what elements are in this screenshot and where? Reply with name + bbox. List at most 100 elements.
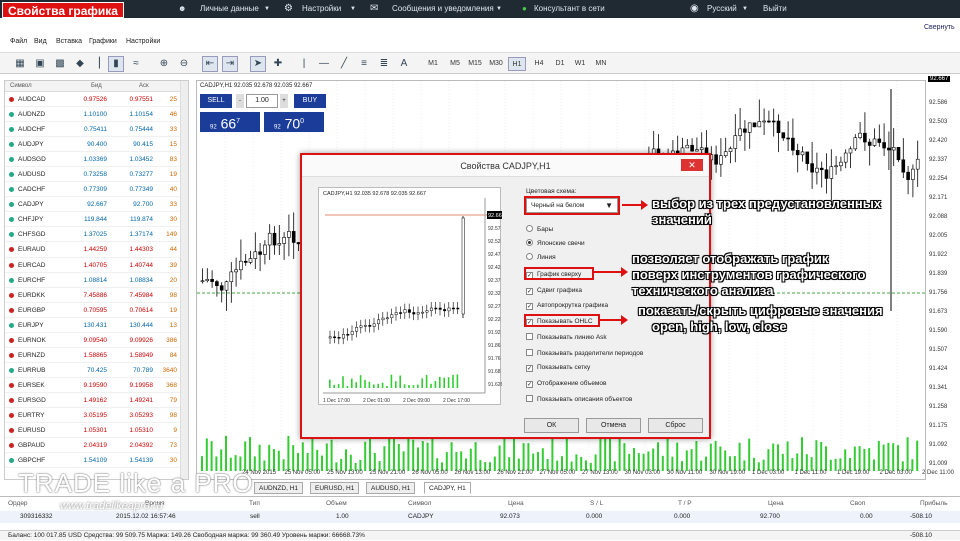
tf-m5[interactable]: M5 (446, 57, 464, 71)
trendline-icon[interactable]: ╱ (336, 56, 352, 72)
tf-d1[interactable]: D1 (551, 57, 569, 71)
vertical-line-icon[interactable]: | (296, 56, 312, 72)
tab-audusd[interactable]: AUDUSD, H1 (366, 482, 416, 494)
channel-icon[interactable]: ≡ (356, 56, 372, 72)
radio-1[interactable]: Японские свечи (526, 239, 585, 247)
market-row[interactable]: GBPCHF 1.54109 1.54139 30 (5, 453, 188, 469)
checkbox-6[interactable]: ✓ Показывать сетку (526, 364, 590, 372)
menu-insert[interactable]: Вставка (56, 38, 82, 45)
checkbox[interactable]: ✓ (526, 303, 533, 310)
personal-data-menu[interactable]: Личные данные (200, 0, 259, 18)
market-row[interactable]: AUDNZD 1.10100 1.10154 46 (5, 107, 188, 123)
messages-menu[interactable]: Сообщения и уведомления (392, 0, 494, 18)
market-row[interactable]: EURRUB 70.425 70.789 3640 (5, 363, 188, 378)
market-scrollbar[interactable] (180, 81, 188, 479)
market-watch-icon[interactable]: ▩ (52, 56, 68, 72)
line-chart-icon[interactable]: ≈ (128, 56, 144, 72)
radio-0[interactable]: Бары (526, 225, 553, 233)
market-row[interactable]: EURGBP 0.70595 0.70614 19 (5, 303, 188, 318)
user-icon[interactable]: ☻ (178, 0, 186, 18)
market-row[interactable]: AUDCAD 0.97526 0.97551 25 (5, 92, 188, 108)
cursor-icon[interactable]: ➤ (250, 56, 266, 72)
market-row[interactable]: EURTRY 3.05195 3.05293 98 (5, 408, 188, 424)
checkbox[interactable]: ✓ (526, 287, 533, 295)
tf-w1[interactable]: W1 (571, 57, 589, 71)
chart-shift-icon[interactable]: ⇥ (222, 56, 238, 72)
market-row[interactable]: CHFJPY 119.844 119.874 30 (5, 212, 188, 228)
menu-settings[interactable]: Настройки (126, 38, 160, 45)
tf-h4[interactable]: H4 (530, 57, 548, 71)
auto-scroll-icon[interactable]: ⇤ (202, 56, 218, 72)
auto-trade-icon[interactable]: ◆ (72, 56, 88, 72)
radio-button[interactable] (526, 253, 533, 260)
horizontal-line-icon[interactable]: — (316, 56, 332, 72)
buy-price[interactable]: 92 700 (264, 112, 324, 132)
fibonacci-icon[interactable]: ≣ (376, 56, 392, 72)
tf-m1[interactable]: M1 (424, 57, 442, 71)
ok-button[interactable]: ОК (524, 418, 579, 433)
checkbox-1[interactable]: ✓ Сдвиг графика (526, 287, 582, 295)
radio-2[interactable]: Линия (526, 253, 556, 261)
checkbox-2[interactable]: ✓ Автопрокрутка графика (526, 302, 608, 310)
checkbox-7[interactable]: ✓ Отображение объемов (526, 380, 606, 388)
cancel-button[interactable]: Отмена (586, 418, 641, 433)
crosshair-icon[interactable]: ✚ (270, 56, 286, 72)
market-row[interactable]: EURSGD 1.49162 1.49241 79 (5, 393, 188, 408)
col-symbol[interactable]: Символ (10, 83, 32, 89)
market-row[interactable]: CHFSGD 1.37025 1.37174 149 (5, 227, 188, 243)
checkbox-4[interactable]: Показывать линию Ask (526, 333, 607, 341)
tab-eurusd[interactable]: EURUSD, H1 (310, 482, 360, 494)
bar-chart-icon[interactable]: ▕ (88, 56, 104, 72)
buy-button[interactable]: BUY (294, 94, 326, 108)
trade-row[interactable]: 309316332 2015.12.02 16:57:46 sell 1.00 … (0, 511, 960, 523)
tab-audnzd[interactable]: AUDNZD, H1 (254, 482, 304, 494)
lot-input[interactable]: 1.00 (246, 94, 278, 108)
checkbox[interactable] (526, 348, 533, 356)
collapse-link[interactable]: Свернуть (924, 24, 955, 31)
market-row[interactable]: EURNZD 1.58865 1.58949 84 (5, 348, 188, 363)
profiles-icon[interactable]: ▣ (32, 56, 48, 72)
menu-file[interactable]: Файл (10, 38, 27, 45)
checkbox-5[interactable]: Показывать разделители периодов (526, 348, 643, 357)
checkbox[interactable] (526, 395, 533, 402)
checkbox[interactable]: ✓ (526, 380, 533, 388)
reset-button[interactable]: Сброс (648, 418, 703, 433)
market-row[interactable]: CADJPY 92.667 92.700 33 (5, 197, 188, 213)
sell-price[interactable]: 92 667 (200, 112, 260, 132)
new-chart-icon[interactable]: ▦ (12, 56, 28, 72)
settings-menu[interactable]: Настройки (302, 0, 341, 18)
gear-icon[interactable]: ⚙ (284, 0, 293, 18)
col-bid[interactable]: Бид (91, 83, 102, 89)
market-row[interactable]: AUDCHF 0.75411 0.75444 33 (5, 122, 188, 138)
zoom-out-icon[interactable]: ⊖ (176, 56, 192, 72)
close-icon[interactable]: ✕ (681, 159, 703, 171)
price-axis[interactable]: 92.667 92.586 92.503 92.420 92.337 92.254 92.1… (926, 76, 960, 480)
radio-button[interactable] (526, 239, 533, 246)
language-select[interactable]: Русский (707, 0, 737, 18)
market-row[interactable]: CADCHF 0.77309 0.77349 40 (5, 182, 188, 198)
logout-link[interactable]: Выйти (763, 0, 787, 18)
radio-button[interactable] (526, 225, 533, 232)
market-row[interactable]: EURCHF 1.08814 1.08834 20 (5, 273, 188, 288)
market-row[interactable]: EURNOK 9.09540 9.09926 386 (5, 333, 188, 348)
market-row[interactable]: EURDKK 7.45886 7.45984 98 (5, 288, 188, 303)
menu-view[interactable]: Вид (34, 38, 47, 45)
tf-m15[interactable]: M15 (466, 57, 484, 71)
sell-button[interactable]: SELL (200, 94, 232, 108)
tf-h1[interactable]: H1 (508, 57, 526, 71)
market-row[interactable]: AUDJPY 90.400 90.415 15 (5, 137, 188, 153)
market-row[interactable]: EURSEK 9.19590 9.19958 368 (5, 378, 188, 393)
checkbox-8[interactable]: Показывать описания объектов (526, 395, 632, 403)
col-ask[interactable]: Аск (139, 83, 149, 89)
tf-m30[interactable]: M30 (487, 57, 505, 71)
checkbox[interactable]: ✓ (526, 365, 533, 372)
zoom-in-icon[interactable]: ⊕ (156, 56, 172, 72)
lot-increase[interactable]: + (280, 94, 288, 108)
market-row[interactable]: AUDUSD 0.73258 0.73277 19 (5, 167, 188, 183)
market-row[interactable]: EURAUD 1.44259 1.44303 44 (5, 242, 188, 258)
market-row[interactable]: GBPAUD 2.04319 2.04392 73 (5, 438, 188, 454)
candles-icon[interactable]: ▮ (108, 56, 124, 72)
market-row[interactable]: AUDSGD 1.03369 1.03452 83 (5, 152, 188, 168)
market-row[interactable]: EURCAD 1.40705 1.40744 39 (5, 258, 188, 273)
checkbox[interactable] (526, 333, 533, 340)
